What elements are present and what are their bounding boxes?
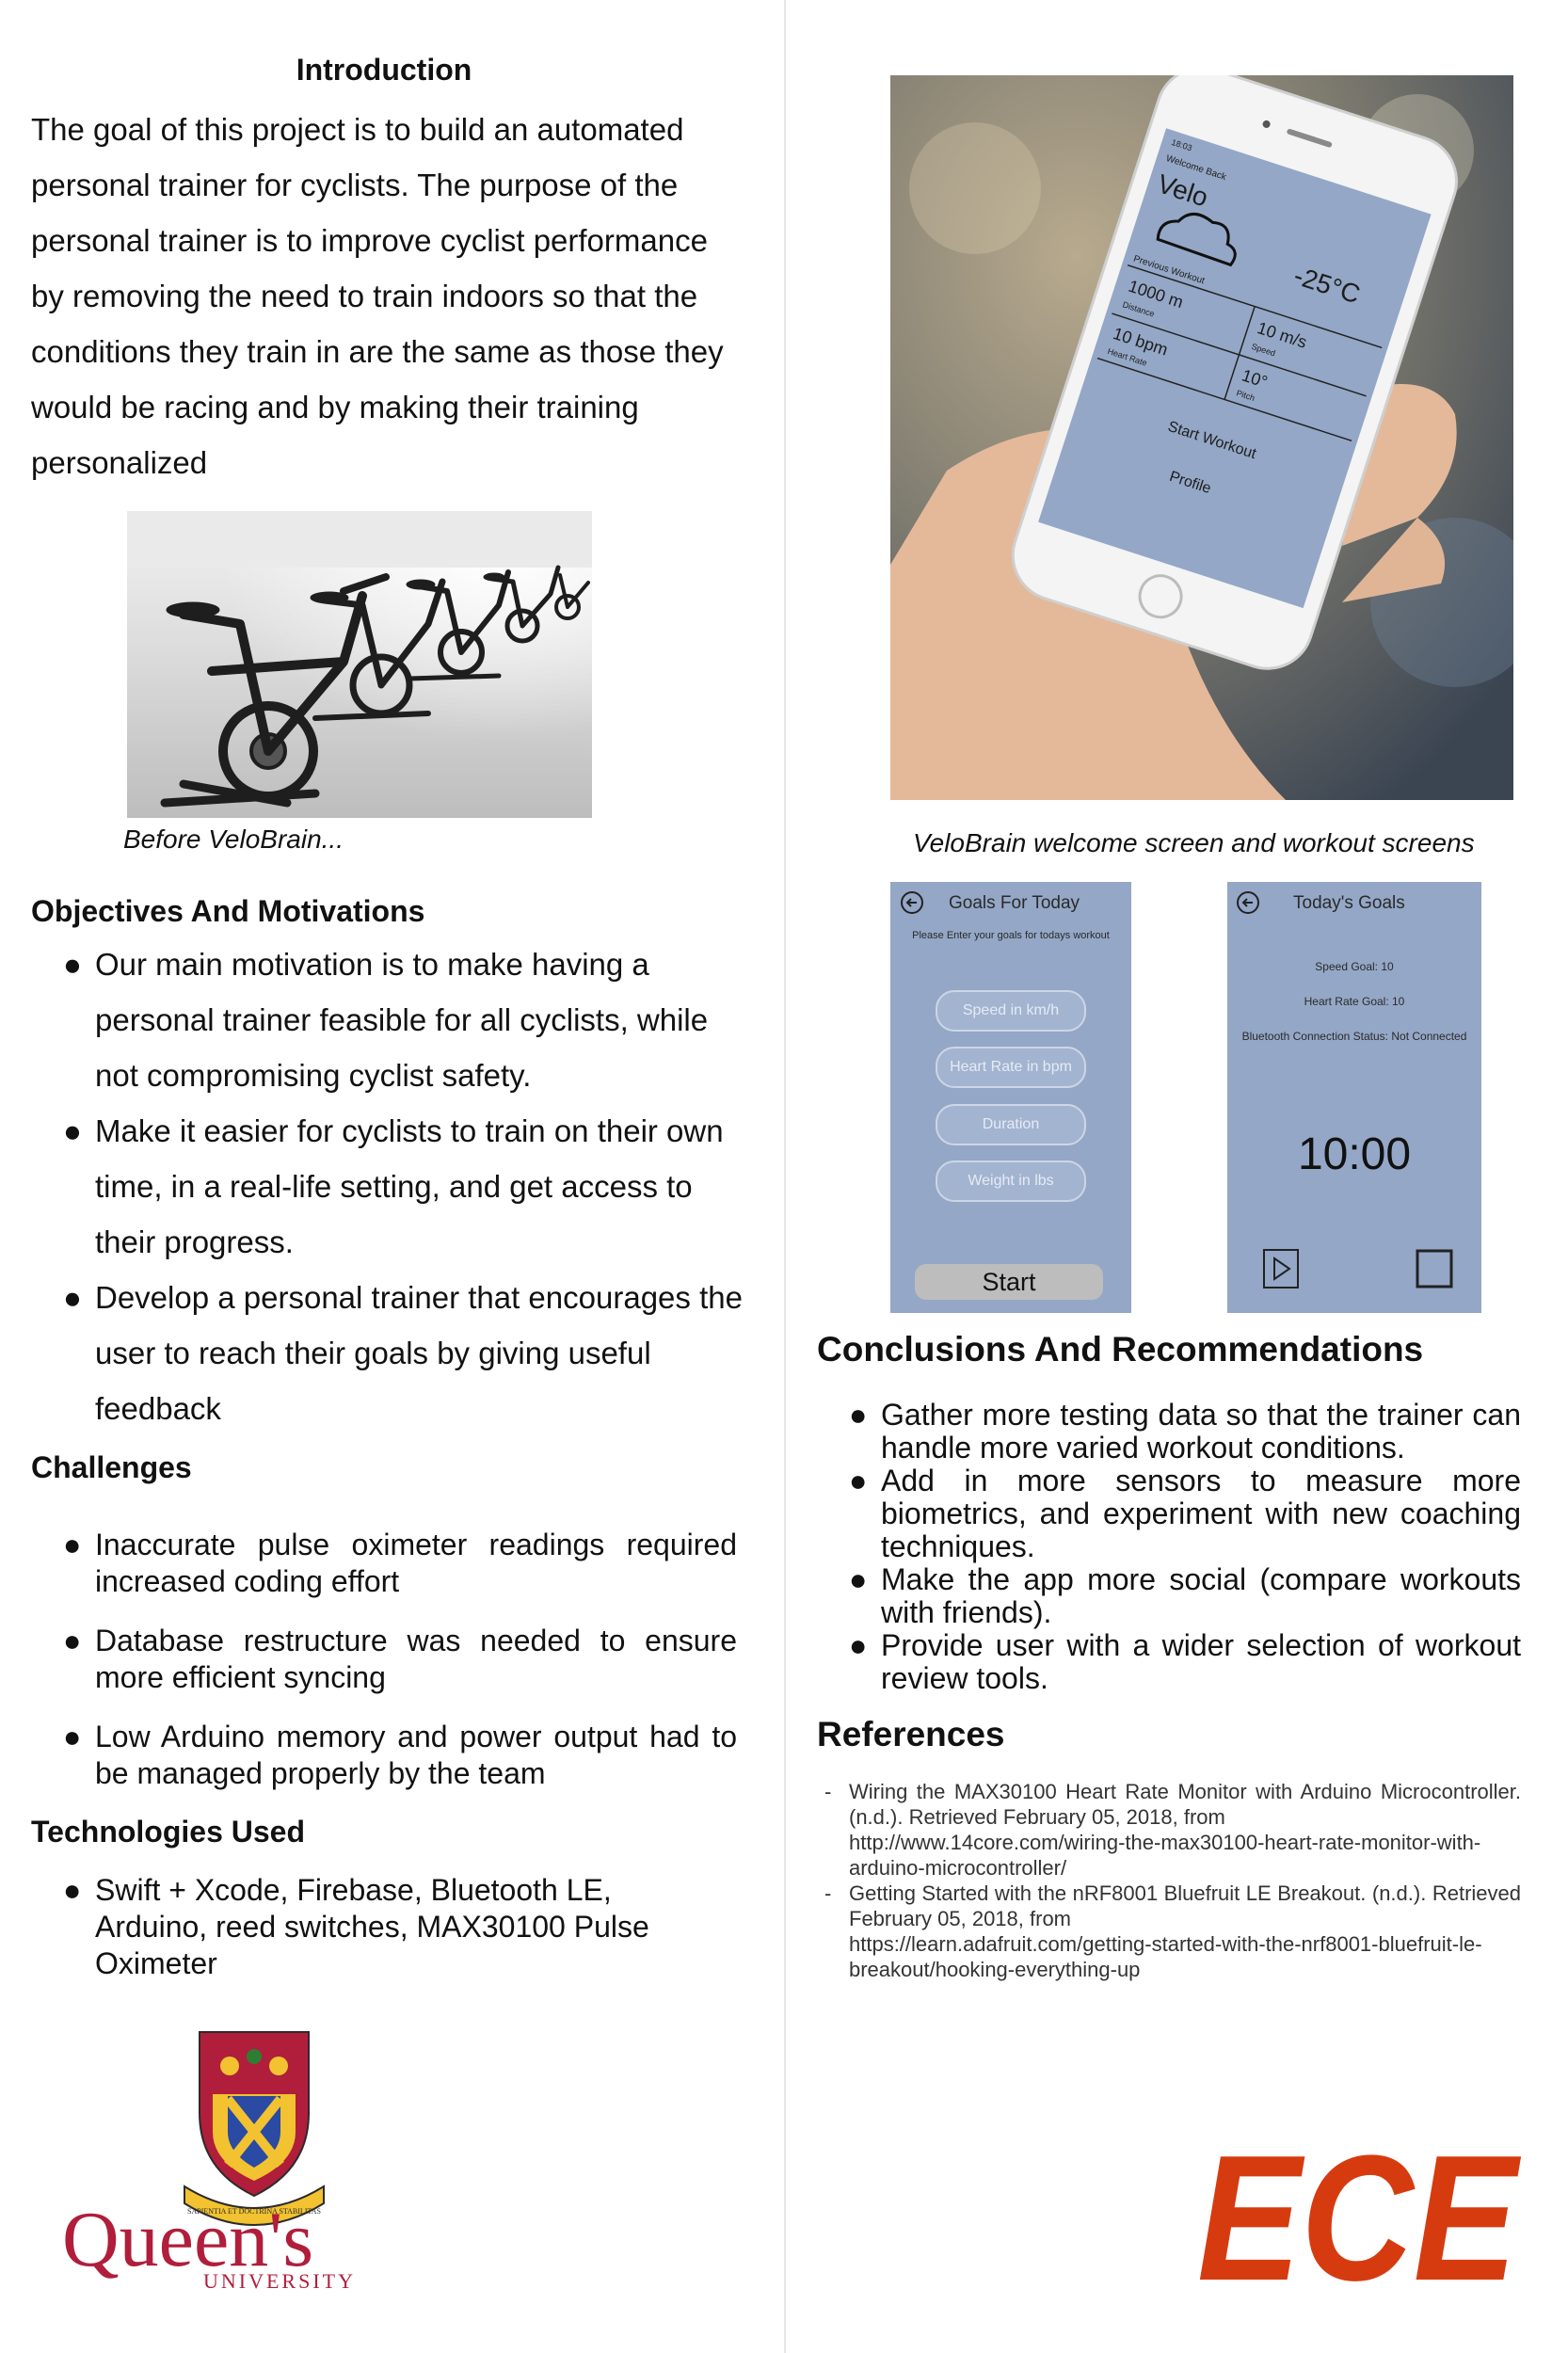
list-item: ● Make it easier for cyclists to train on… xyxy=(63,1113,724,1259)
queens-wordmark-sub: UNIVERSITY xyxy=(203,2269,356,2292)
reference-url[interactable]: https://learn.adafruit.com/getting-start… xyxy=(849,1931,1521,1982)
objectives-heading: Objectives And Motivations xyxy=(31,894,425,928)
heart-rate-goal-text: Heart Rate Goal: 10 xyxy=(1304,995,1405,1008)
reference-item: - Getting Started with the nRF8001 Bluefr… xyxy=(824,1881,1521,1982)
list-item: ● Add in more sensors to measure more bio… xyxy=(849,1464,1521,1563)
speed-input: Speed in km/h xyxy=(936,990,1086,1032)
list-item: ● Our main motivation is to make having a… xyxy=(63,947,709,1093)
bluetooth-status-text: Bluetooth Connection Status: Not Connect… xyxy=(1241,1030,1467,1043)
goals-subtitle: Please Enter your goals for todays worko… xyxy=(912,930,1110,941)
list-item: ● Swift + Xcode, Firebase, Bluetooth LE, … xyxy=(63,1873,649,1980)
duration-input: Duration xyxy=(936,1104,1086,1145)
list-item: ● Database restructure was needed to ensu… xyxy=(63,1624,737,1694)
weight-input: Weight in lbs xyxy=(936,1160,1086,1202)
goals-title: Goals For Today xyxy=(949,893,1080,913)
challenges-list: ● Inaccurate pulse oximeter readings requ… xyxy=(31,1527,737,1815)
references-list: - Wiring the MAX30100 Heart Rate Monitor … xyxy=(817,1779,1521,1982)
reference-item: - Wiring the MAX30100 Heart Rate Monitor … xyxy=(824,1780,1521,1881)
today-goals-title: Today's Goals xyxy=(1293,893,1405,913)
technologies-heading: Technologies Used xyxy=(31,1815,306,1849)
list-item: ● Low Arduino memory and power output had… xyxy=(63,1720,737,1790)
play-icon xyxy=(1263,1249,1299,1289)
list-item: ● Develop a personal trainer that encoura… xyxy=(63,1280,743,1426)
objectives-list: ● Our main motivation is to make having a… xyxy=(31,936,746,1436)
list-item: ● Provide user with a wider selection of … xyxy=(849,1628,1521,1695)
queens-university-logo: SAPIENTIA ET DOCTRINA STABILITAS Queen's… xyxy=(62,2028,448,2293)
challenges-heading: Challenges xyxy=(31,1450,192,1484)
phone-app-photo: 18:03 Welcome Back Velo -25°C Previous W… xyxy=(890,75,1513,800)
column-divider xyxy=(784,0,786,2353)
speed-goal-text: Speed Goal: 10 xyxy=(1315,960,1394,973)
reference-url[interactable]: http://www.14core.com/wiring-the-max3010… xyxy=(849,1830,1521,1881)
start-button: Start xyxy=(915,1264,1103,1300)
conclusions-list: ● Gather more testing data so that the tr… xyxy=(817,1399,1521,1695)
list-item: ● Make the app more social (compare worko… xyxy=(849,1562,1521,1629)
conclusions-heading: Conclusions And Recommendations xyxy=(817,1330,1424,1369)
today-goals-screen-mockup: Today's Goals Speed Goal: 10 Heart Rate … xyxy=(1227,882,1481,1313)
back-arrow-icon xyxy=(1237,891,1259,914)
stop-icon xyxy=(1416,1249,1453,1289)
list-item: ● Gather more testing data so that the tr… xyxy=(849,1398,1521,1465)
back-arrow-icon xyxy=(901,891,923,914)
bikes-photo-caption: Before VeloBrain... xyxy=(123,824,344,854)
introduction-heading: Introduction xyxy=(296,53,472,87)
technologies-list: ● Swift + Xcode, Firebase, Bluetooth LE, … xyxy=(31,1872,709,1982)
introduction-text: The goal of this project is to build an … xyxy=(31,112,724,480)
ece-logo: ECE xyxy=(1193,2119,1523,2318)
app-screens-caption: VeloBrain welcome screen and workout scr… xyxy=(913,828,1475,857)
timer-display: 10:00 xyxy=(1297,1129,1412,1179)
spin-bikes-photo xyxy=(127,511,592,818)
ece-wordmark: ECE xyxy=(1197,2129,1522,2289)
goals-screen-mockup: Goals For Today Please Enter your goals … xyxy=(890,882,1131,1313)
references-heading: References xyxy=(817,1715,1005,1753)
list-item: ● Inaccurate pulse oximeter readings requ… xyxy=(63,1528,737,1598)
heart-rate-input: Heart Rate in bpm xyxy=(936,1047,1086,1088)
